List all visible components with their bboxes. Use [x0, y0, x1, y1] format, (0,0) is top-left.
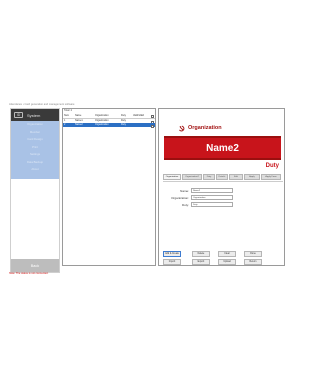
name-input[interactable]: Name2 — [191, 188, 233, 193]
header-duty[interactable]: Duty — [121, 114, 133, 118]
cell-organization: Organization — [95, 123, 109, 126]
tab-organization2[interactable]: Organization2 — [182, 174, 202, 180]
action-buttons: Add & Create Delete Clear Done Import Ex… — [163, 251, 283, 265]
sidebar-item-print[interactable]: Print — [11, 144, 59, 152]
tab-apply[interactable]: Apply — [244, 174, 260, 180]
tab-apply-form[interactable]: Apply Form — [261, 174, 281, 180]
delete-button[interactable]: Delete — [192, 251, 210, 257]
edit-form: Name: Name2 Organization: Organization D… — [163, 181, 283, 216]
organization-input[interactable]: Organization — [191, 195, 233, 200]
row-count-label: Total: 2 — [64, 109, 73, 112]
sidebar-menu: Organization Member Card Design Print Se… — [11, 121, 59, 179]
tab-duty[interactable]: Duty — [203, 174, 215, 180]
cell-name: Name2 — [75, 123, 83, 126]
tab-edit[interactable]: Edit — [229, 174, 243, 180]
duty-input[interactable]: Duty — [191, 202, 233, 207]
hammer-sickle-icon — [178, 125, 185, 131]
import-button[interactable]: Import — [163, 259, 181, 265]
tab-details[interactable]: Details — [216, 174, 228, 180]
select-all-checkbox[interactable] — [151, 114, 154, 118]
sidebar-item-backup[interactable]: Data Backup — [11, 159, 59, 167]
header-valid[interactable]: Valid/Valid — [133, 114, 155, 118]
row-checkbox[interactable] — [151, 125, 154, 128]
header-organization[interactable]: Organization — [95, 114, 121, 118]
card-duty: Duty — [265, 163, 279, 169]
sidebar: ID System Organization Member Card Desig… — [10, 108, 60, 273]
cell-duty: Duty — [121, 123, 126, 126]
organization-label: Organization: — [171, 195, 189, 200]
card-preview: Organization Name2 Duty — [164, 123, 281, 173]
sidebar-item-settings[interactable]: Settings — [11, 151, 59, 159]
main-window: Attendance • Card generation and managem… — [8, 101, 287, 273]
sidebar-item-about[interactable]: About — [11, 166, 59, 174]
sidebar-item-organization[interactable]: Organization — [11, 121, 59, 129]
return-button[interactable]: Return — [244, 259, 262, 265]
card-name: Name2 — [206, 142, 239, 154]
header-valid-label: Valid/Valid — [133, 114, 144, 117]
window-title: Attendance • Card generation and managem… — [9, 103, 75, 106]
organization-field-row: Organization: Organization — [163, 195, 283, 200]
tab-bar: Organization Organization2 Duty Details … — [163, 174, 283, 180]
tab-organization[interactable]: Organization — [163, 174, 181, 180]
id-card-icon: ID — [14, 112, 23, 118]
done-button[interactable]: Done — [244, 251, 262, 257]
card-name-band: Name2 — [164, 136, 281, 160]
name-label: Name: — [180, 188, 189, 193]
clear-button[interactable]: Clear — [218, 251, 236, 257]
sidebar-title: System — [27, 112, 41, 118]
member-table: Total: 2 Num Name Organization Duty Vali… — [62, 108, 156, 266]
upload-button[interactable]: Upload — [218, 259, 236, 265]
sidebar-spacer — [11, 179, 59, 259]
duty-field-row: Duty: Duty — [163, 202, 283, 207]
card-org-title: Organization — [188, 125, 222, 131]
export-button[interactable]: Export — [192, 259, 210, 265]
header-name[interactable]: Name — [75, 114, 95, 118]
cell-num: 2 — [64, 123, 66, 126]
card-panel: Organization Name2 Duty Organization Org… — [158, 108, 285, 266]
sidebar-item-member[interactable]: Member — [11, 129, 59, 137]
table-row-selected[interactable]: 2 Name2 Organization Duty — [63, 122, 155, 128]
name-field-row: Name: Name2 — [163, 188, 283, 193]
card-header: Organization — [164, 123, 281, 133]
back-button[interactable]: Back — [11, 259, 59, 272]
sidebar-header: ID System — [11, 109, 59, 121]
sidebar-item-card-design[interactable]: Card Design — [11, 136, 59, 144]
add-create-button[interactable]: Add & Create — [163, 251, 181, 257]
status-message: Note: The status is not connected. — [9, 272, 49, 275]
header-num[interactable]: Num — [63, 114, 75, 118]
duty-label: Duty: — [181, 202, 189, 207]
